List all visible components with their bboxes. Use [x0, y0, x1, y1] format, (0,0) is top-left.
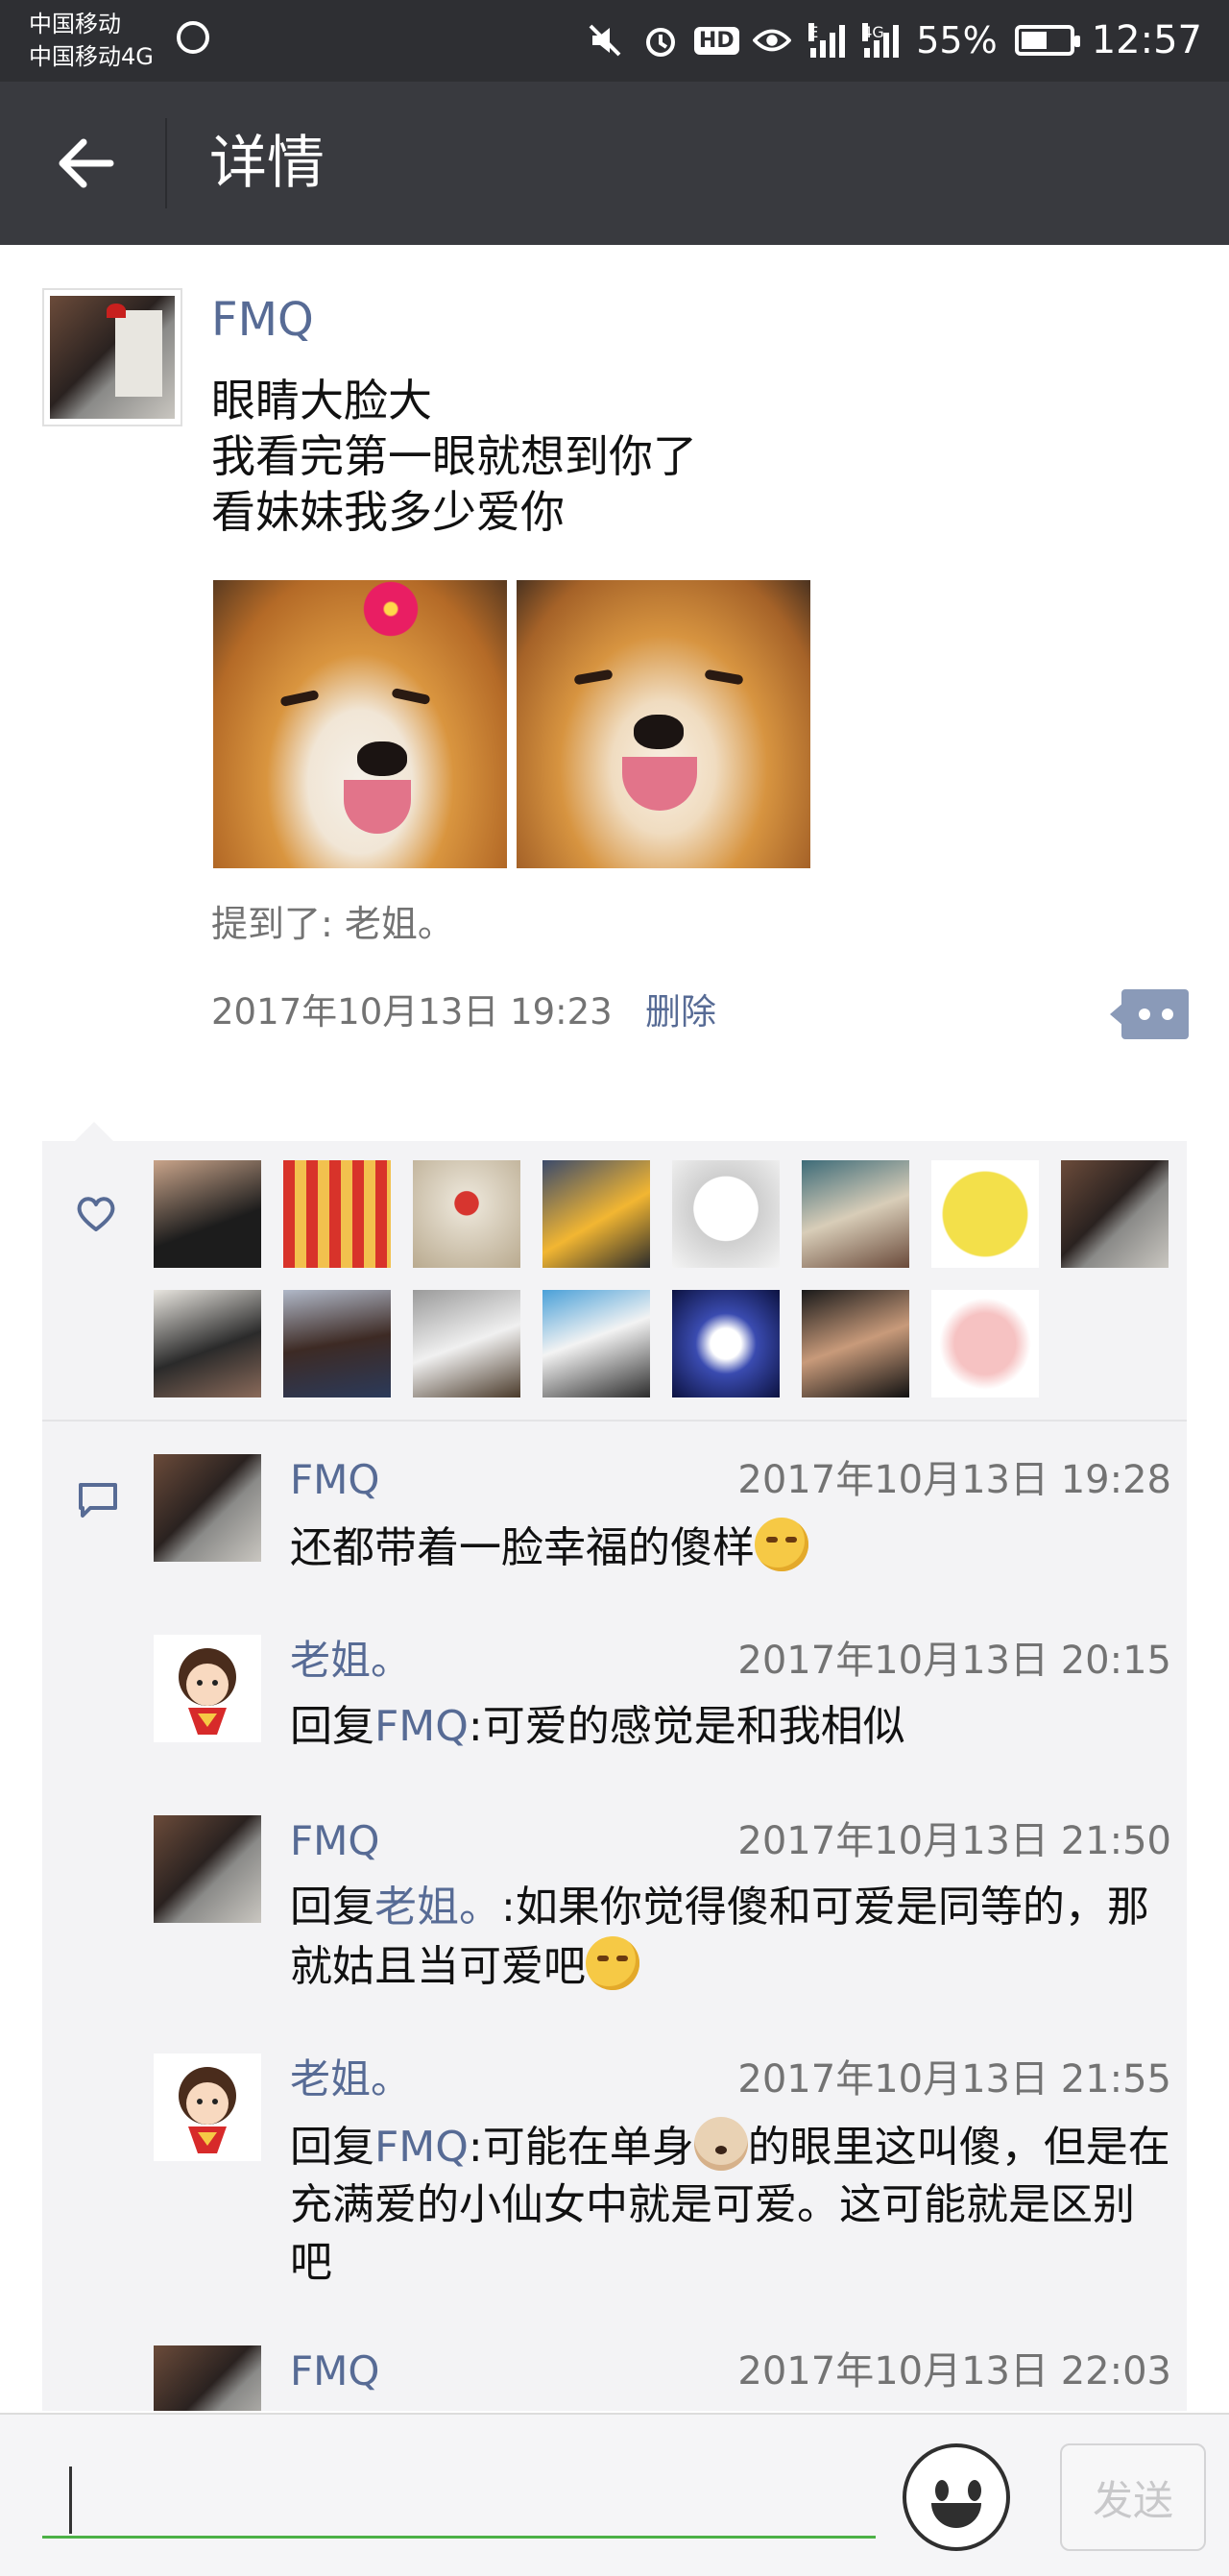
comment-text: 还都带着一脸幸福的傻样 [290, 1518, 1173, 1577]
alarm-icon [641, 21, 680, 60]
comment-avatar[interactable] [154, 2345, 261, 2411]
signal-icon: 4G [862, 23, 900, 58]
comment-author[interactable]: FMQ [290, 1454, 379, 1506]
comment-text: 回复FMQ:可能在单身 的眼里这叫傻，但是在充满爱的小仙女中就是可爱。这可能就是区… [290, 2117, 1173, 2292]
post-text-line: 看妹妹我多少爱你 [211, 486, 565, 538]
back-button[interactable] [42, 128, 129, 199]
liker-avatar[interactable] [672, 1290, 780, 1397]
comment-icon [77, 1481, 119, 1519]
comment-avatar[interactable] [154, 2054, 261, 2161]
smiley-icon[interactable] [903, 2443, 1010, 2551]
dog-emoji-icon [693, 2117, 748, 2171]
liker-avatar[interactable] [931, 1290, 1039, 1397]
sync-icon [177, 21, 209, 54]
comment-author[interactable]: FMQ [290, 1815, 379, 1867]
mute-icon [586, 21, 624, 60]
liker-avatar[interactable] [802, 1290, 909, 1397]
smirk-emoji-icon [755, 1518, 808, 1571]
text-cursor [69, 2467, 72, 2534]
post-timestamp: 2017年10月13日 19:23 [211, 991, 613, 1033]
post-author-name[interactable]: FMQ [211, 288, 314, 352]
arrow-left-icon [59, 138, 114, 188]
liker-avatar[interactable] [1061, 1160, 1169, 1268]
comment-item[interactable]: 老姐。 2017年10月13日 21:55 回复FMQ:可能在单身 的眼里这叫傻，… [154, 2054, 1171, 2342]
liker-avatar[interactable] [672, 1160, 780, 1268]
delete-link[interactable]: 删除 [645, 984, 716, 1041]
carrier-name-2: 中国移动4G [29, 43, 154, 70]
reply-target-link[interactable]: 老姐。 [374, 1883, 501, 1932]
header-bar: 详情 [0, 82, 1229, 245]
post-text: 眼睛大脸大 我看完第一眼就想到你了 看妹妹我多少爱你 [211, 373, 697, 540]
liker-avatar[interactable] [413, 1290, 520, 1397]
likes-panel [42, 1141, 1187, 1420]
panel-pointer [73, 1122, 115, 1143]
comment-time: 2017年10月13日 21:50 [737, 1819, 1171, 1863]
signal-icon: E [808, 23, 846, 58]
liker-avatar[interactable] [283, 1160, 391, 1268]
comment-item[interactable]: FMQ 2017年10月13日 19:28 还都带着一脸幸福的傻样 [154, 1454, 1171, 1627]
header-divider [165, 118, 167, 208]
comment-time: 2017年10月13日 19:28 [737, 1458, 1171, 1502]
comment-time: 2017年10月13日 22:03 [737, 2349, 1171, 2394]
comment-time: 2017年10月13日 20:15 [737, 1639, 1171, 1683]
comment-text: 回复老姐。:如果你觉得傻和可爱是同等的，那就姑且当可爱吧 [290, 1883, 1149, 1991]
comment-author[interactable]: 老姐。 [290, 2054, 411, 2105]
post-author-avatar[interactable] [42, 288, 182, 426]
reply-target-link[interactable]: FMQ [374, 1702, 469, 1751]
comment-avatar[interactable] [154, 1635, 261, 1742]
comment-item[interactable]: FMQ 2017年10月13日 22:03 [154, 2345, 1171, 2411]
battery-icon [1014, 25, 1080, 56]
comment-item[interactable]: FMQ 2017年10月13日 21:50 回复老姐。:如果你觉得傻和可爱是同等… [154, 1815, 1171, 2046]
comment-avatar[interactable] [154, 1815, 261, 1923]
post-text-line: 我看完第一眼就想到你了 [211, 430, 697, 482]
comment-author[interactable]: FMQ [290, 2345, 379, 2397]
comment-time: 2017年10月13日 21:55 [737, 2057, 1171, 2102]
reply-target-link[interactable]: FMQ [374, 2123, 469, 2172]
comments-panel: FMQ 2017年10月13日 19:28 还都带着一脸幸福的傻样 老姐。 20… [42, 1422, 1187, 2411]
status-bar: 中国移动 中国移动4G HD E 4G 55% 12:57 [0, 0, 1229, 82]
carrier-info: 中国移动 中国移动4G [29, 8, 154, 73]
comment-author[interactable]: 老姐。 [290, 1635, 411, 1687]
liker-avatar[interactable] [542, 1160, 650, 1268]
comment-text: 回复FMQ:可爱的感觉是和我相似 [290, 1702, 905, 1751]
post-text-line: 眼睛大脸大 [211, 375, 432, 426]
liker-avatar[interactable] [542, 1290, 650, 1397]
clock-time: 12:57 [1091, 18, 1202, 62]
liker-avatar[interactable] [154, 1160, 261, 1268]
liker-avatar[interactable] [283, 1290, 391, 1397]
comment-input[interactable] [42, 2453, 876, 2539]
eye-icon [753, 21, 792, 60]
smirk-emoji-icon [586, 1936, 639, 1990]
liker-avatar[interactable] [802, 1160, 909, 1268]
more-dots-icon[interactable] [1110, 989, 1189, 1039]
comment-avatar[interactable] [154, 1454, 261, 1562]
mention-text: 提到了: 老姐。 [211, 903, 454, 945]
comment-item[interactable]: 老姐。 2017年10月13日 20:15 回复FMQ:可爱的感觉是和我相似 [154, 1635, 1171, 1808]
post-image-2[interactable] [517, 580, 810, 868]
send-button[interactable]: 发送 [1060, 2443, 1206, 2551]
liker-avatar[interactable] [154, 1290, 261, 1397]
post-image-1[interactable] [213, 580, 507, 868]
hd-icon: HD [693, 21, 739, 60]
battery-percent: 55% [916, 19, 998, 61]
liker-avatar[interactable] [413, 1160, 520, 1268]
page-title: 详情 [209, 130, 325, 197]
heart-icon [75, 1193, 117, 1235]
input-bar: 发送 [0, 2413, 1229, 2576]
liker-avatar[interactable] [931, 1160, 1039, 1268]
carrier-name-1: 中国移动 [29, 11, 121, 37]
